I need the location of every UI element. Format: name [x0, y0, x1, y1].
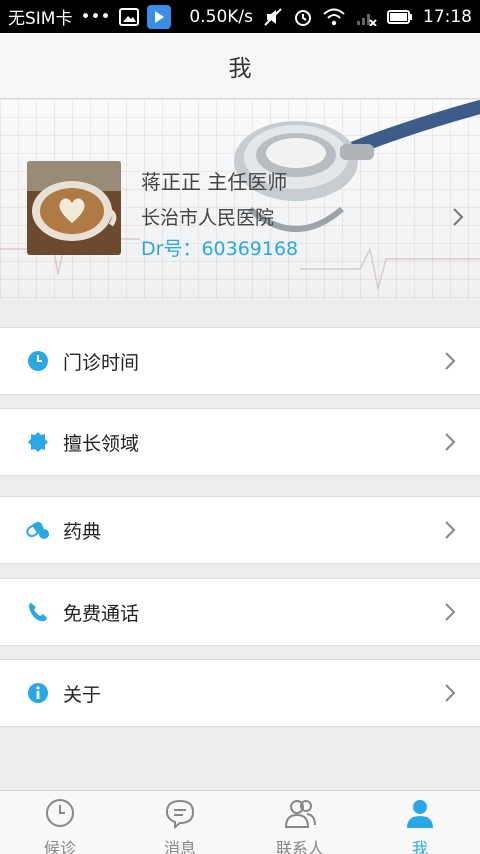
menu-item-label: 关于: [63, 683, 102, 706]
menu-item-label: 药典: [63, 520, 102, 543]
menu-item-free-call[interactable]: 免费通话: [0, 578, 480, 646]
menu-item-clinic-hours[interactable]: 门诊时间: [0, 327, 480, 395]
pill-icon: [26, 518, 50, 542]
page-title: 我: [228, 55, 252, 82]
tab-contacts[interactable]: 联系人: [240, 791, 360, 854]
tab-me[interactable]: 我: [360, 791, 480, 854]
chevron-right-icon: [452, 207, 464, 231]
battery-icon: [387, 9, 413, 25]
carrier-label: 无SIM卡: [8, 9, 73, 29]
menu-item-about[interactable]: 关于: [0, 659, 480, 727]
tab-messages[interactable]: 消息: [120, 791, 240, 854]
title-bar: 我: [0, 33, 480, 99]
chevron-right-icon: [444, 602, 456, 626]
tab-label: 我: [411, 839, 428, 854]
bottom-tab-bar: 候诊 消息 联系人 我: [0, 790, 480, 854]
menu-item-pharmacopoeia[interactable]: 药典: [0, 496, 480, 564]
gear-badge-icon: [26, 430, 50, 454]
play-icon: [146, 4, 171, 29]
menu-item-specialty[interactable]: 擅长领域: [0, 408, 480, 476]
clock-icon: [44, 797, 76, 833]
phone-icon: [26, 600, 50, 624]
profile-banner[interactable]: 蒋正正 主任医师 长治市人民医院 Dr号：60369168: [0, 99, 480, 300]
image-icon: [118, 7, 139, 26]
alarm-icon: [293, 7, 313, 27]
mute-icon: [263, 7, 283, 27]
tab-waiting[interactable]: 候诊: [0, 791, 120, 854]
tab-label: 候诊: [43, 839, 76, 854]
signal-icon: [355, 8, 377, 26]
status-bar: 无SIM卡 ••• 0.50K/s 17:18: [0, 0, 480, 33]
network-speed: 0.50K/s: [189, 6, 253, 27]
dr-number: Dr号：60369168: [141, 238, 299, 260]
contacts-icon: [283, 797, 317, 833]
wifi-icon: [323, 8, 345, 26]
chevron-right-icon: [444, 683, 456, 707]
chevron-right-icon: [444, 520, 456, 544]
chat-icon: [164, 797, 196, 833]
doctor-name-title: 蒋正正 主任医师: [141, 170, 288, 194]
info-icon: [26, 681, 50, 705]
avatar: [27, 161, 121, 255]
person-icon: [404, 797, 436, 833]
chevron-right-icon: [444, 432, 456, 456]
menu-item-label: 免费通话: [63, 602, 140, 625]
clock-time: 17:18: [423, 6, 472, 27]
chevron-right-icon: [444, 351, 456, 375]
clock-icon: [26, 349, 50, 373]
menu-item-label: 擅长领域: [63, 432, 140, 455]
hospital-name: 长治市人民医院: [141, 207, 275, 229]
menu-item-label: 门诊时间: [63, 351, 140, 374]
tab-label: 消息: [163, 839, 196, 854]
notification-dots: •••: [80, 6, 111, 27]
tab-label: 联系人: [275, 839, 324, 854]
